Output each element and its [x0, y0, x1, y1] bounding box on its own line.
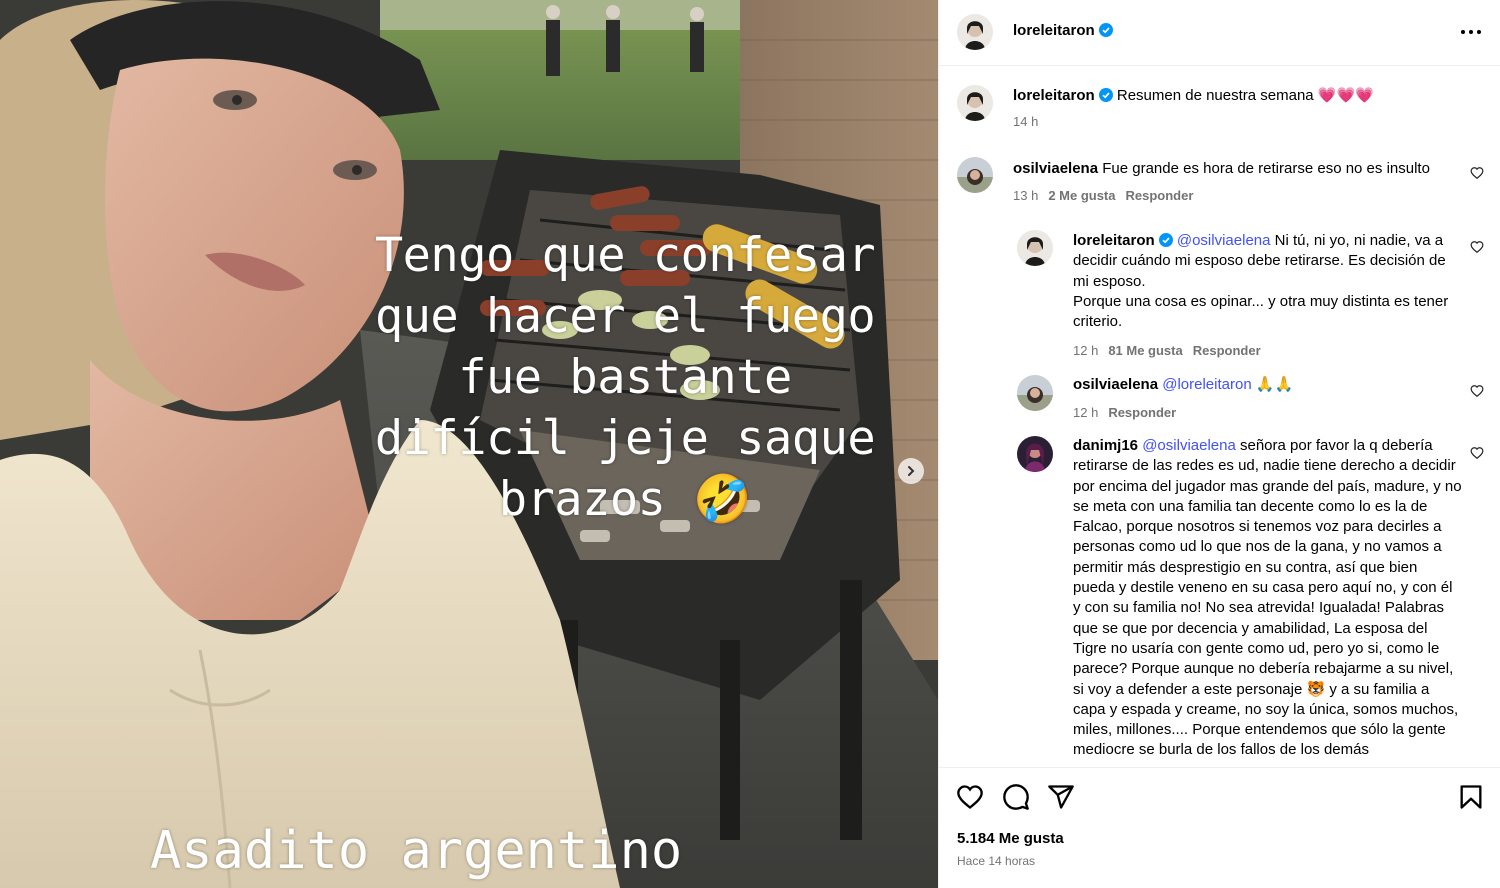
comment-like-icon[interactable] — [1470, 446, 1484, 460]
avatar-image — [957, 85, 993, 121]
post-actions: 5.184 Me gusta Hace 14 horas — [939, 767, 1500, 888]
comment: osilviaelena Fue grande es hora de retir… — [1013, 159, 1453, 179]
chevron-right-icon — [908, 466, 915, 476]
comment-text: 🙏🙏 — [1251, 376, 1294, 393]
comment-mention[interactable]: @osilviaelena — [1142, 437, 1236, 454]
comment-meta: 12 h Responder — [1073, 405, 1176, 420]
comment-likes[interactable]: 2 Me gusta — [1048, 188, 1115, 203]
reply-button[interactable]: Responder — [1126, 188, 1194, 203]
post-caption: loreleitaron Resumen de nuestra semana 💗… — [1013, 86, 1473, 106]
comment-time[interactable]: 12 h — [1073, 405, 1098, 420]
media-caption: Asadito argentino — [150, 821, 683, 881]
verified-badge-icon — [1098, 88, 1113, 102]
comment-meta: 12 h 81 Me gusta Responder — [1073, 343, 1261, 358]
avatar[interactable] — [1017, 436, 1053, 472]
comment-reply: loreleitaron @osilviaelena Ni tú, ni yo,… — [1073, 231, 1463, 332]
comment-like-icon[interactable] — [1470, 166, 1484, 180]
heart-icon[interactable] — [956, 783, 984, 811]
next-media-button[interactable] — [898, 458, 924, 484]
comment-username[interactable]: osilviaelena — [1013, 160, 1098, 177]
story-line: Tengo que confesar — [374, 228, 876, 283]
send-icon[interactable] — [1047, 783, 1075, 811]
comment-like-icon[interactable] — [1470, 384, 1484, 398]
avatar[interactable] — [1017, 230, 1053, 266]
comment-time[interactable]: 13 h — [1013, 188, 1038, 203]
reply-button[interactable]: Responder — [1193, 343, 1261, 358]
story-line: difícil jeje saque — [374, 411, 876, 466]
story-line: fue bastante — [458, 350, 792, 405]
story-line: brazos 🤣 — [498, 472, 752, 527]
likes-count[interactable]: 5.184 Me gusta — [957, 830, 1064, 847]
avatar[interactable] — [1017, 375, 1053, 411]
comment-reply: danimj16 @osilviaelena señora por favor … — [1073, 436, 1463, 761]
story-line: que hacer el fuego — [374, 289, 876, 344]
more-horizontal-icon — [1461, 30, 1465, 34]
comment-icon[interactable] — [1002, 783, 1030, 811]
post-panel: loreleitaron loreleitaron Resumen de nue… — [938, 0, 1500, 888]
more-options-button[interactable] — [1459, 22, 1483, 42]
post-media[interactable]: Tengo que confesar que hacer el fuego fu… — [0, 0, 938, 888]
caption-text: Resumen de nuestra semana 💗💗💗 — [1116, 87, 1374, 104]
verified-badge-icon — [1158, 233, 1173, 247]
dot — [1469, 30, 1473, 34]
avatar-image — [957, 14, 993, 50]
avatar-image — [1017, 436, 1053, 472]
comment-username[interactable]: osilviaelena — [1073, 376, 1158, 393]
avatar-image — [1017, 230, 1053, 266]
story-text-overlay: Tengo que confesar que hacer el fuego fu… — [330, 225, 920, 530]
comment-text-2: Porque una cosa es opinar... y otra muy … — [1073, 292, 1449, 331]
comment-likes[interactable]: 81 Me gusta — [1108, 343, 1182, 358]
comment-meta: 13 h 2 Me gusta Responder — [1013, 188, 1193, 203]
comment-text: señora por favor la q debería retirarse … — [1073, 437, 1462, 759]
comment-username[interactable]: danimj16 — [1073, 437, 1138, 454]
comment-mention[interactable]: @osilviaelena — [1177, 232, 1271, 249]
verified-badge-icon — [1098, 23, 1113, 37]
avatar[interactable] — [957, 85, 993, 121]
avatar-image — [1017, 375, 1053, 411]
reply-button[interactable]: Responder — [1108, 405, 1176, 420]
avatar[interactable] — [957, 14, 993, 50]
dot — [1477, 30, 1481, 34]
comment-username[interactable]: loreleitaron — [1073, 232, 1155, 249]
comments-list[interactable]: loreleitaron Resumen de nuestra semana 💗… — [939, 67, 1500, 767]
comment-mention[interactable]: @loreleitaron — [1162, 376, 1251, 393]
comment-like-icon[interactable] — [1470, 240, 1484, 254]
post-header: loreleitaron — [939, 0, 1500, 66]
avatar-image — [957, 157, 993, 193]
bookmark-icon[interactable] — [1457, 783, 1485, 811]
post-timestamp: Hace 14 horas — [957, 854, 1036, 868]
avatar[interactable] — [957, 157, 993, 193]
author-username[interactable]: loreleitaron — [1013, 22, 1095, 39]
caption-time[interactable]: 14 h — [1013, 114, 1038, 129]
comment-text: Fue grande es hora de retirarse eso no e… — [1102, 160, 1430, 177]
comment-reply: osilviaelena @loreleitaron 🙏🙏 — [1073, 375, 1463, 395]
caption-username[interactable]: loreleitaron — [1013, 87, 1095, 104]
comment-time[interactable]: 12 h — [1073, 343, 1098, 358]
